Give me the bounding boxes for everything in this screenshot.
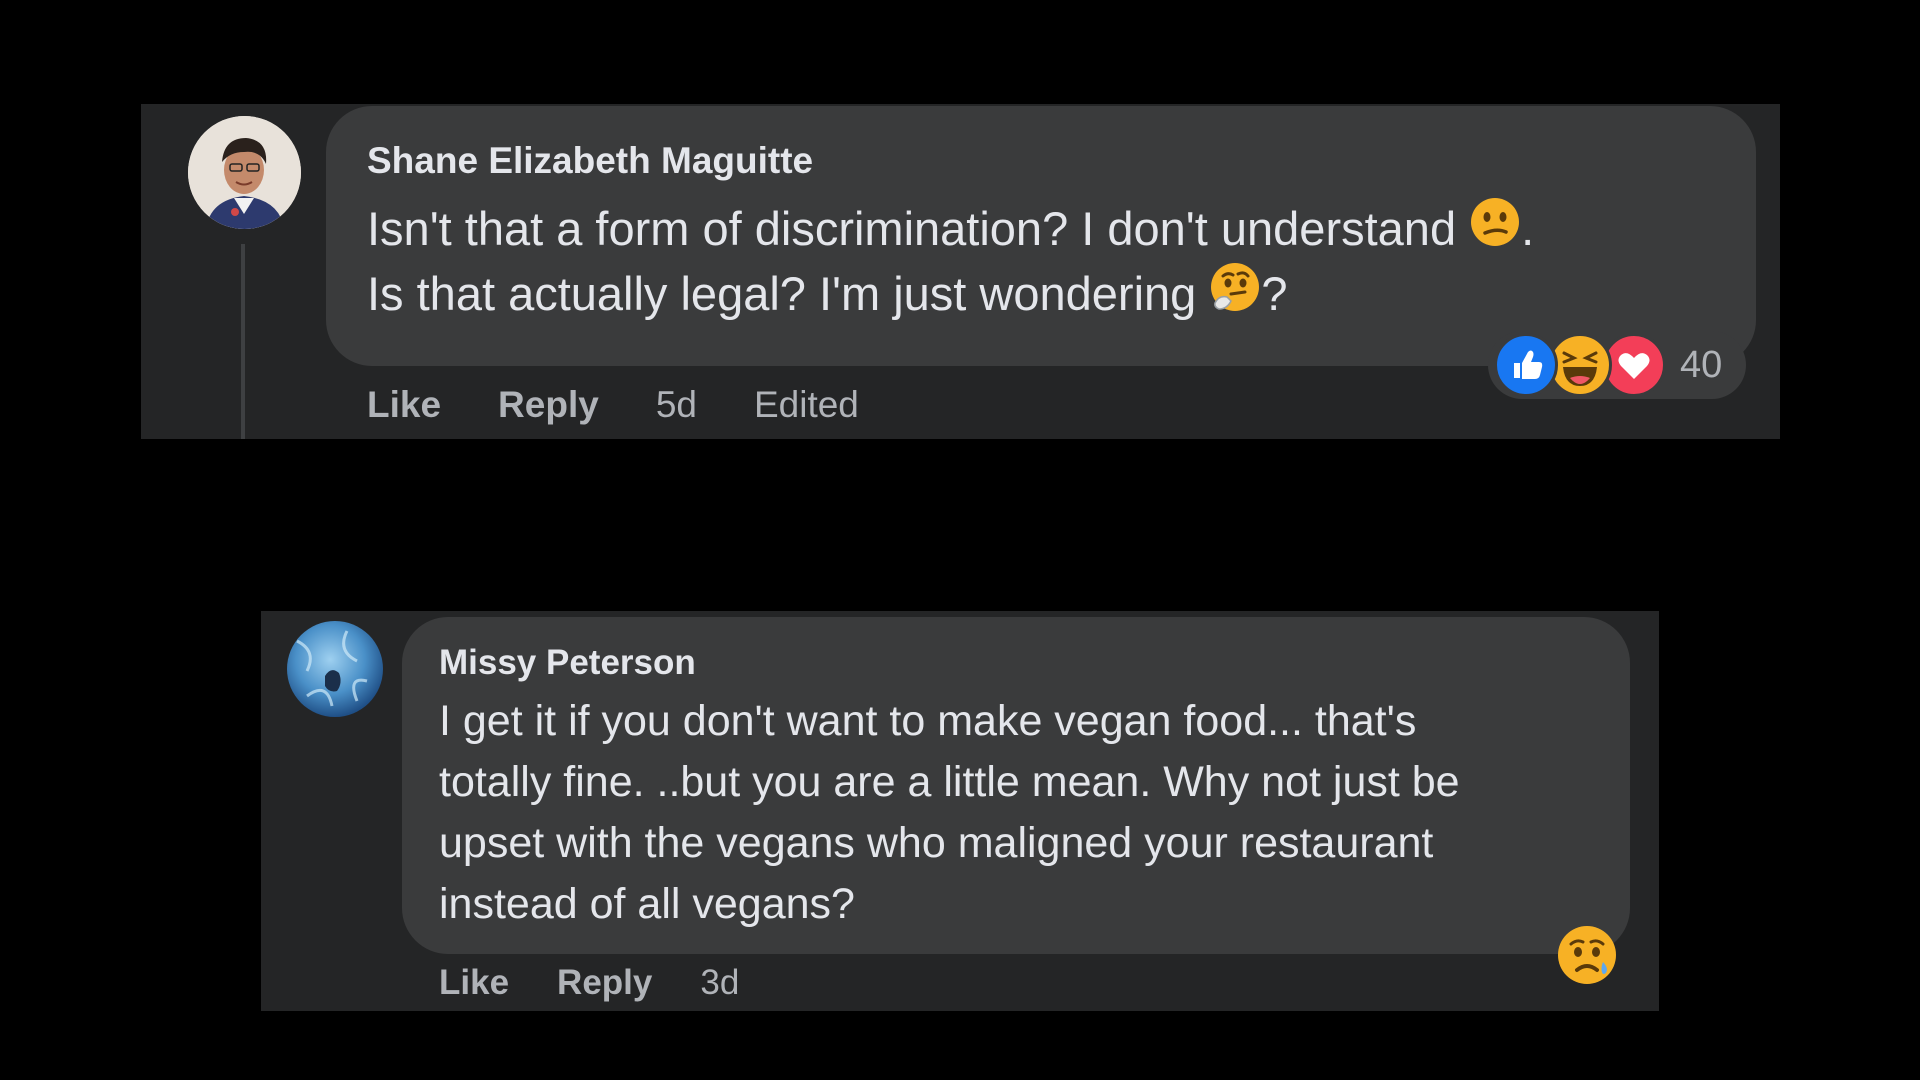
reaction-count: 40 [1680,343,1723,386]
comment-text: Isn't that a form of discrimination? I d… [367,198,1535,330]
comment-text-line: instead of all vegans? [439,880,855,928]
author-name[interactable]: Missy Peterson [439,643,696,683]
comment-text-punct: ? [1261,267,1288,321]
comment-text: I get it if you don't want to make vegan… [439,691,1460,935]
timestamp[interactable]: 3d [700,963,739,1003]
confused-face-icon [1469,196,1521,261]
comment-bubble: Missy Peterson I get it if you don't wan… [402,617,1630,954]
comment-text-line: I get it if you don't want to make vegan… [439,697,1417,745]
thinking-face-icon [1209,261,1261,326]
comment-text-punct: . [1521,202,1535,255]
thread-line [241,244,245,439]
reply-button[interactable]: Reply [557,963,652,1003]
like-button[interactable]: Like [439,963,509,1003]
comment-actions: Like Reply 3d [439,957,739,1009]
avatar[interactable] [188,116,301,229]
reactions-summary[interactable]: 40 [1488,331,1746,399]
comment-panel: Missy Peterson I get it if you don't wan… [261,611,1659,1011]
comment-bubble: Shane Elizabeth Maguitte Isn't that a fo… [326,106,1756,366]
author-name[interactable]: Shane Elizabeth Maguitte [367,140,813,182]
timestamp[interactable]: 5d [656,384,697,426]
comment-panel: Shane Elizabeth Maguitte Isn't that a fo… [141,104,1780,439]
edited-label[interactable]: Edited [754,384,859,426]
avatar[interactable] [287,621,383,717]
like-reaction-icon [1494,333,1558,397]
comment-text-line: upset with the vegans who maligned your … [439,819,1434,867]
comment-text-line: Isn't that a form of discrimination? I d… [367,202,1457,255]
like-button[interactable]: Like [367,384,441,426]
comment-text-line: totally fine. ..but you are a little mea… [439,758,1460,806]
comment-text-line: Is that actually legal? I'm just wonderi… [367,267,1197,321]
comment-actions: Like Reply 5d Edited [367,375,859,435]
reply-button[interactable]: Reply [498,384,599,426]
reactions-summary[interactable] [1556,922,1622,988]
sad-reaction-icon [1556,924,1618,986]
